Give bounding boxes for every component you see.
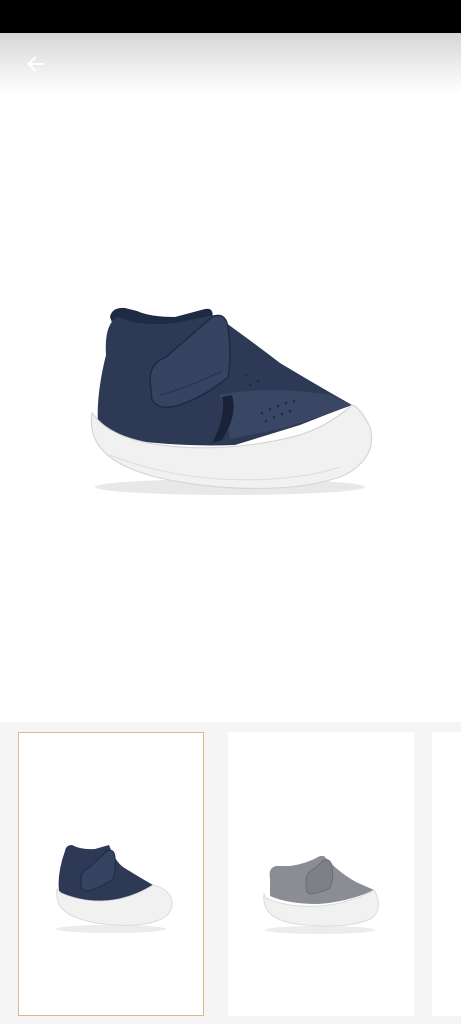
arrow-left-icon bbox=[27, 56, 45, 72]
thumbnail-strip[interactable] bbox=[0, 722, 461, 1024]
thumbnail-1[interactable] bbox=[18, 732, 204, 1016]
status-bar bbox=[0, 0, 461, 33]
product-main-image[interactable] bbox=[0, 95, 461, 722]
thumbnail-2[interactable] bbox=[228, 732, 414, 1016]
grey-shoe-thumbnail bbox=[263, 856, 379, 934]
back-button[interactable] bbox=[20, 48, 52, 80]
header-overlay bbox=[0, 33, 461, 95]
navy-shoe-thumbnail bbox=[56, 845, 173, 933]
thumbnail-3[interactable] bbox=[432, 732, 461, 1016]
navy-shoe-image bbox=[90, 307, 373, 495]
